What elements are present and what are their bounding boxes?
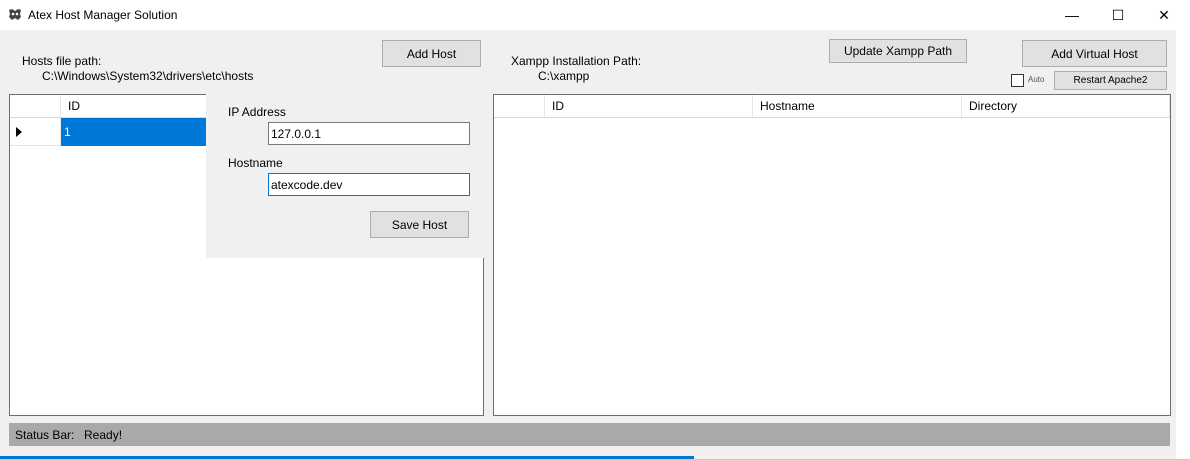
column-header-id[interactable]: ID — [61, 95, 211, 118]
auto-checkbox-label: Auto — [1028, 75, 1045, 84]
column-header-directory[interactable]: Directory — [962, 95, 1170, 118]
hosts-path-value: C:\Windows\System32\drivers\etc\hosts — [42, 69, 254, 83]
add-virtual-host-button[interactable]: Add Virtual Host — [1022, 40, 1167, 67]
table-cell-id[interactable]: 1 — [61, 118, 211, 146]
ip-address-label: IP Address — [228, 105, 286, 119]
virtual-hosts-grid[interactable]: ID Hostname Directory — [493, 94, 1171, 416]
window-edge — [1176, 30, 1190, 460]
minimize-icon: — — [1065, 7, 1079, 23]
hostname-input[interactable] — [268, 173, 470, 196]
row-header-corner — [10, 95, 61, 118]
xampp-path-value: C:\xampp — [538, 69, 590, 83]
maximize-icon: ☐ — [1111, 7, 1125, 23]
app-icon — [9, 9, 21, 20]
minimize-button[interactable]: — — [1049, 0, 1095, 30]
title-bar: Atex Host Manager Solution — ☐ ✕ — [0, 0, 1190, 30]
row-header[interactable] — [10, 118, 61, 146]
hostname-label: Hostname — [228, 156, 283, 170]
close-button[interactable]: ✕ — [1141, 0, 1187, 30]
column-header-hostname[interactable]: Hostname — [753, 95, 962, 118]
hosts-path-label: Hosts file path: — [22, 54, 102, 68]
ip-address-input[interactable] — [268, 122, 470, 145]
save-host-button[interactable]: Save Host — [370, 211, 469, 238]
row-header-corner — [494, 95, 545, 118]
current-row-arrow-icon — [16, 127, 22, 137]
maximize-button[interactable]: ☐ — [1095, 0, 1141, 30]
add-host-button[interactable]: Add Host — [382, 40, 481, 67]
close-icon: ✕ — [1158, 7, 1170, 23]
column-header-id[interactable]: ID — [545, 95, 753, 118]
window-title: Atex Host Manager Solution — [28, 8, 178, 22]
host-editor-panel: IP Address Hostname Save Host — [206, 94, 489, 258]
status-bar: Status Bar: Ready! — [9, 423, 1170, 446]
update-xampp-path-button[interactable]: Update Xampp Path — [829, 39, 967, 63]
restart-apache-button[interactable]: Restart Apache2 — [1054, 71, 1167, 90]
status-bar-label: Status Bar: — [15, 428, 75, 442]
auto-checkbox[interactable] — [1011, 74, 1024, 87]
status-message: Ready! — [84, 428, 123, 442]
xampp-path-label: Xampp Installation Path: — [511, 54, 642, 68]
